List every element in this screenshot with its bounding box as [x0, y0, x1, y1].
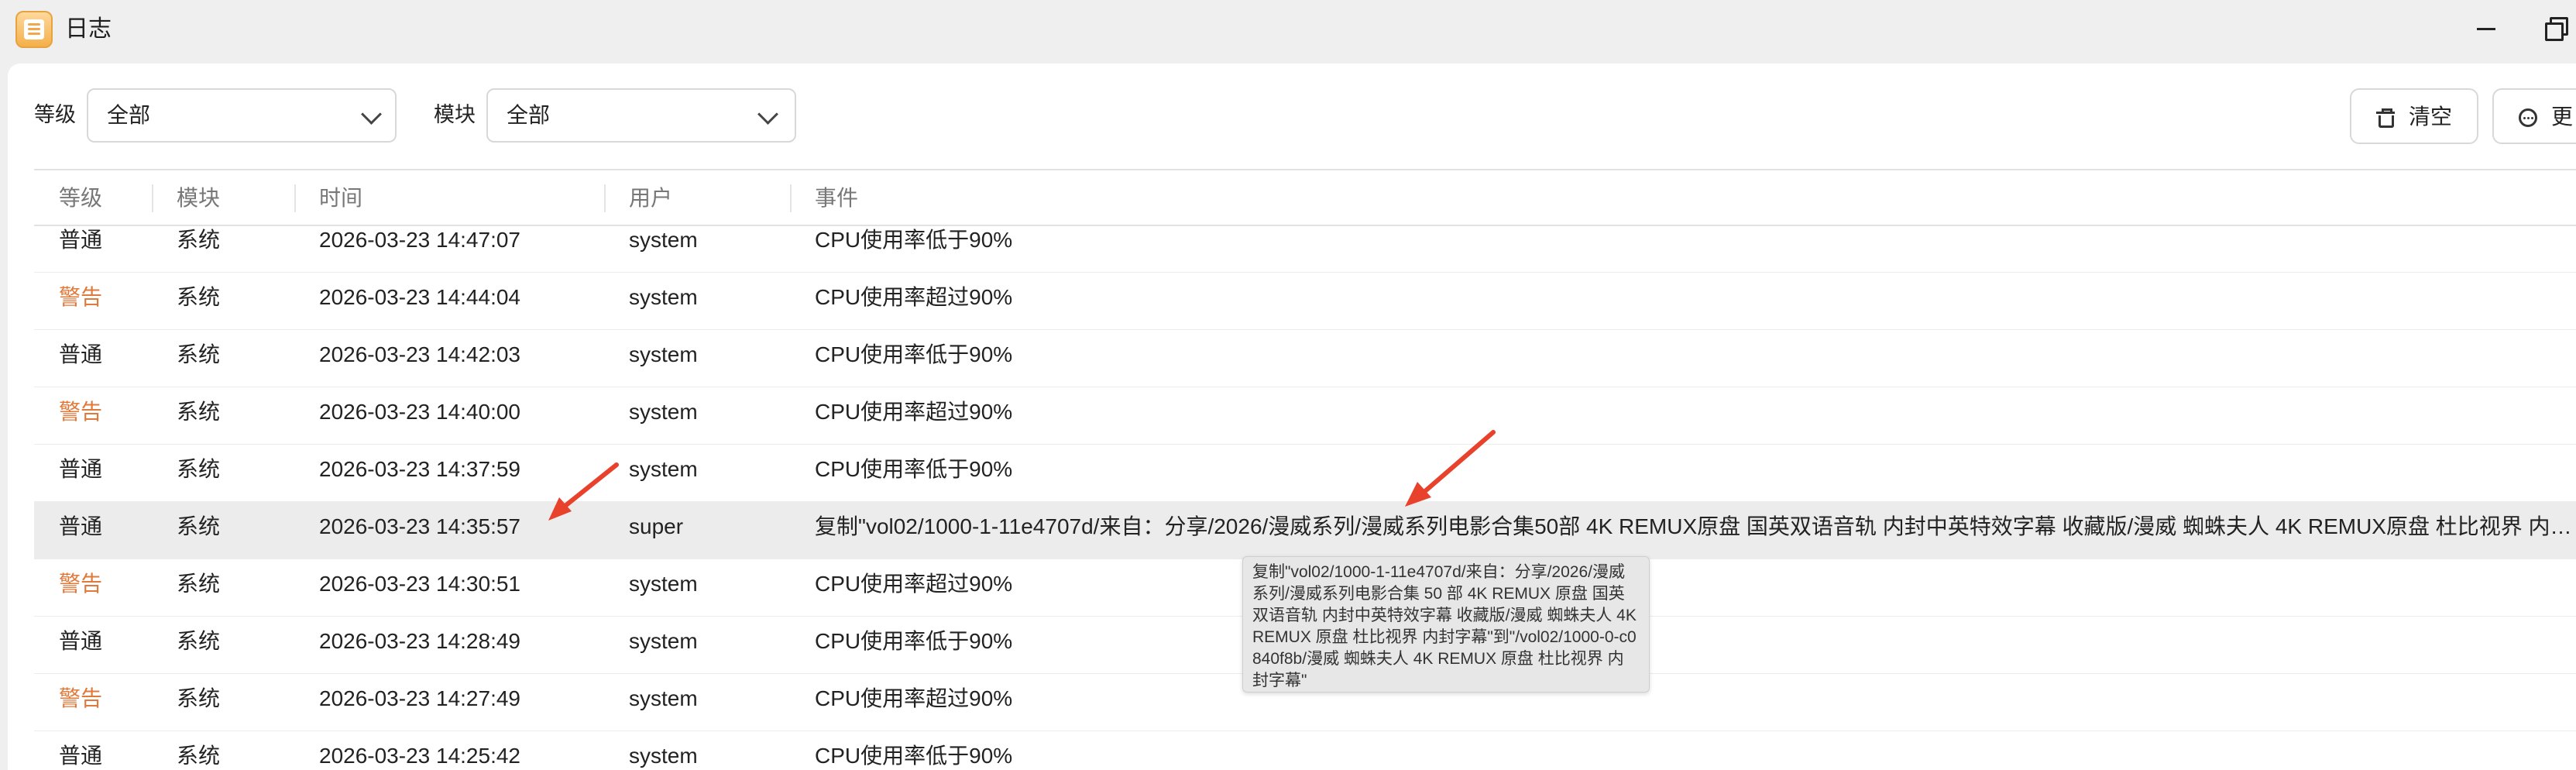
cell-user: super [629, 514, 684, 538]
table-row[interactable]: 普通 系统 2026-03-23 14:25:42 system CPU使用率低… [34, 731, 2576, 770]
column-header-event[interactable]: 事件 [815, 183, 858, 214]
cell-event: CPU使用率低于90% [815, 228, 1013, 252]
tooltip-text: 复制"vol02/1000-1-11e4707d/来自：分享/2026/漫威系列… [1252, 563, 1637, 689]
clear-button-label: 清空 [2409, 105, 2453, 129]
window-title: 日志 [65, 16, 112, 42]
module-select[interactable]: 全部 [486, 88, 796, 143]
cell-user: system [629, 400, 698, 424]
cell-time: 2026-03-23 14:35:57 [319, 514, 520, 538]
cell-module: 系统 [177, 514, 221, 538]
cell-level-warning: 警告 [59, 686, 103, 710]
cell-time: 2026-03-23 14:37:59 [319, 457, 520, 481]
cell-time: 2026-03-23 14:47:07 [319, 228, 520, 252]
cell-level: 普通 [59, 457, 103, 481]
cell-module: 系统 [177, 629, 221, 653]
column-divider[interactable] [790, 184, 792, 212]
cell-module: 系统 [177, 228, 221, 252]
cell-time: 2026-03-23 14:25:42 [319, 744, 520, 768]
cell-user: system [629, 342, 698, 366]
trash-icon [2376, 108, 2395, 128]
cell-module: 系统 [177, 457, 221, 481]
level-select-value: 全部 [107, 103, 151, 127]
cell-event: CPU使用率超过90% [815, 686, 1013, 710]
more-icon [2519, 108, 2537, 127]
column-header-level[interactable]: 等级 [59, 183, 102, 214]
cell-user: system [629, 228, 698, 252]
cell-module: 系统 [177, 285, 221, 309]
cell-level-warning: 警告 [59, 572, 103, 596]
cell-module: 系统 [177, 572, 221, 596]
cell-event: CPU使用率低于90% [815, 744, 1013, 768]
column-header-time[interactable]: 时间 [319, 183, 362, 214]
chevron-down-icon [757, 104, 778, 125]
cell-time: 2026-03-23 14:30:51 [319, 572, 520, 596]
cell-level: 普通 [59, 228, 103, 252]
cell-time: 2026-03-23 14:27:49 [319, 686, 520, 710]
cell-event: 复制"vol02/1000-1-11e4707d/来自：分享/2026/漫威系列… [815, 514, 2573, 538]
minimize-icon[interactable] [2471, 12, 2502, 43]
table-row[interactable]: 普通 系统 2026-03-23 14:37:59 system CPU使用率低… [34, 445, 2576, 502]
cell-level: 普通 [59, 744, 103, 768]
table-row-hovered[interactable]: 普通 系统 2026-03-23 14:35:57 super 复制"vol02… [34, 502, 2576, 559]
column-divider[interactable] [604, 184, 606, 212]
cell-module: 系统 [177, 686, 221, 710]
cell-event: CPU使用率低于90% [815, 629, 1013, 653]
cell-event: CPU使用率低于90% [815, 457, 1013, 481]
cell-user: system [629, 629, 698, 653]
clear-button[interactable]: 清空 [2350, 88, 2478, 144]
chevron-down-icon [361, 104, 382, 125]
table-row[interactable]: 普通 系统 2026-03-23 14:42:03 system CPU使用率低… [34, 330, 2576, 387]
cell-event: CPU使用率超过90% [815, 400, 1013, 424]
cell-user: system [629, 285, 698, 309]
cell-module: 系统 [177, 342, 221, 366]
cell-level: 普通 [59, 514, 103, 538]
table-row[interactable]: 普通 系统 2026-03-23 14:47:07 system CPU使用率低… [34, 226, 2576, 273]
cell-level-warning: 警告 [59, 400, 103, 424]
column-divider[interactable] [294, 184, 296, 212]
cell-time: 2026-03-23 14:42:03 [319, 342, 520, 366]
module-filter-label: 模块 [434, 103, 476, 126]
cell-level-warning: 警告 [59, 285, 103, 309]
cell-event: CPU使用率超过90% [815, 285, 1013, 309]
more-button[interactable]: 更 [2492, 88, 2576, 144]
cell-user: system [629, 457, 698, 481]
cell-time: 2026-03-23 14:44:04 [319, 285, 520, 309]
log-app-icon [15, 11, 53, 48]
restore-icon[interactable] [2542, 12, 2573, 43]
table-row[interactable]: 警告 系统 2026-03-23 14:40:00 system CPU使用率超… [34, 387, 2576, 445]
table-row[interactable]: 警告 系统 2026-03-23 14:44:04 system CPU使用率超… [34, 273, 2576, 330]
title-bar: 日志 [0, 0, 2576, 62]
cell-time: 2026-03-23 14:40:00 [319, 400, 520, 424]
cell-event: CPU使用率低于90% [815, 342, 1013, 366]
cell-time: 2026-03-23 14:28:49 [319, 629, 520, 653]
column-header-module[interactable]: 模块 [177, 183, 220, 214]
cell-user: system [629, 686, 698, 710]
more-button-label: 更 [2551, 105, 2574, 129]
cell-module: 系统 [177, 744, 221, 768]
level-select[interactable]: 全部 [87, 88, 397, 143]
event-tooltip: 复制"vol02/1000-1-11e4707d/来自：分享/2026/漫威系列… [1242, 556, 1650, 693]
module-select-value: 全部 [507, 103, 551, 127]
cell-level: 普通 [59, 629, 103, 653]
table-header: 等级 模块 时间 用户 事件 [34, 169, 2576, 226]
level-filter-label: 等级 [34, 103, 76, 126]
column-divider[interactable] [152, 184, 153, 212]
cell-level: 普通 [59, 342, 103, 366]
cell-event: CPU使用率超过90% [815, 572, 1013, 596]
column-header-user[interactable]: 用户 [629, 183, 672, 214]
cell-user: system [629, 572, 698, 596]
cell-module: 系统 [177, 400, 221, 424]
cell-user: system [629, 744, 698, 768]
